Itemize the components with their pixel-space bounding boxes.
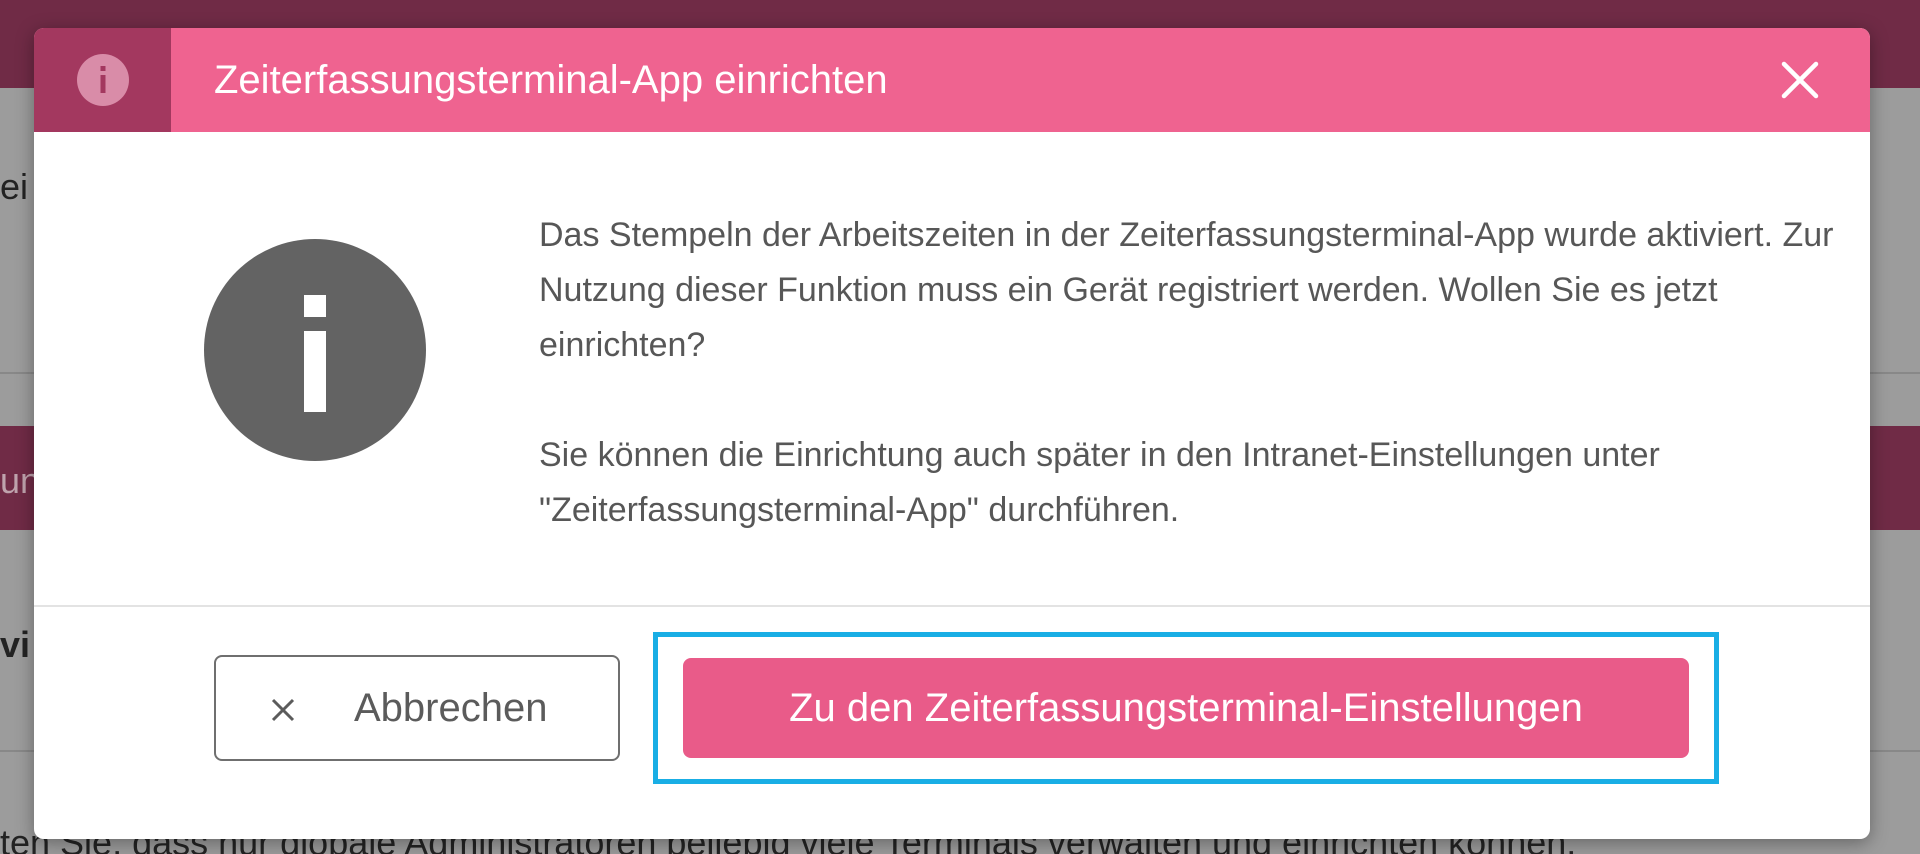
background-text-fragment: ei — [0, 166, 29, 207]
message-paragraph: Sie können die Einrichtung auch später i… — [539, 436, 1660, 529]
dialog-title: Zeiterfassungsterminal-App einrichten — [214, 58, 888, 102]
info-icon — [76, 54, 129, 106]
open-terminal-settings-button[interactable]: Zu den Zeiterfassungsterminal-Einstellun… — [683, 658, 1689, 758]
dialog-header: Zeiterfassungsterminal-App einrichten — [34, 28, 1870, 132]
cancel-button[interactable]: Abbrechen — [214, 655, 620, 761]
close-icon — [1781, 61, 1819, 99]
dialog-message: Das Stempeln der Arbeitszeiten in der Ze… — [539, 208, 1839, 538]
close-icon — [271, 698, 295, 722]
cancel-button-label: Abbrechen — [354, 686, 548, 730]
setup-dialog: Zeiterfassungsterminal-App einrichten Da… — [34, 28, 1870, 839]
close-button[interactable] — [1770, 50, 1830, 110]
background-text-fragment: vi — [0, 624, 31, 665]
footer-divider — [34, 605, 1870, 607]
header-icon-box — [34, 28, 171, 132]
message-paragraph: Das Stempeln der Arbeitszeiten in der Ze… — [539, 216, 1834, 364]
info-icon — [204, 239, 426, 461]
